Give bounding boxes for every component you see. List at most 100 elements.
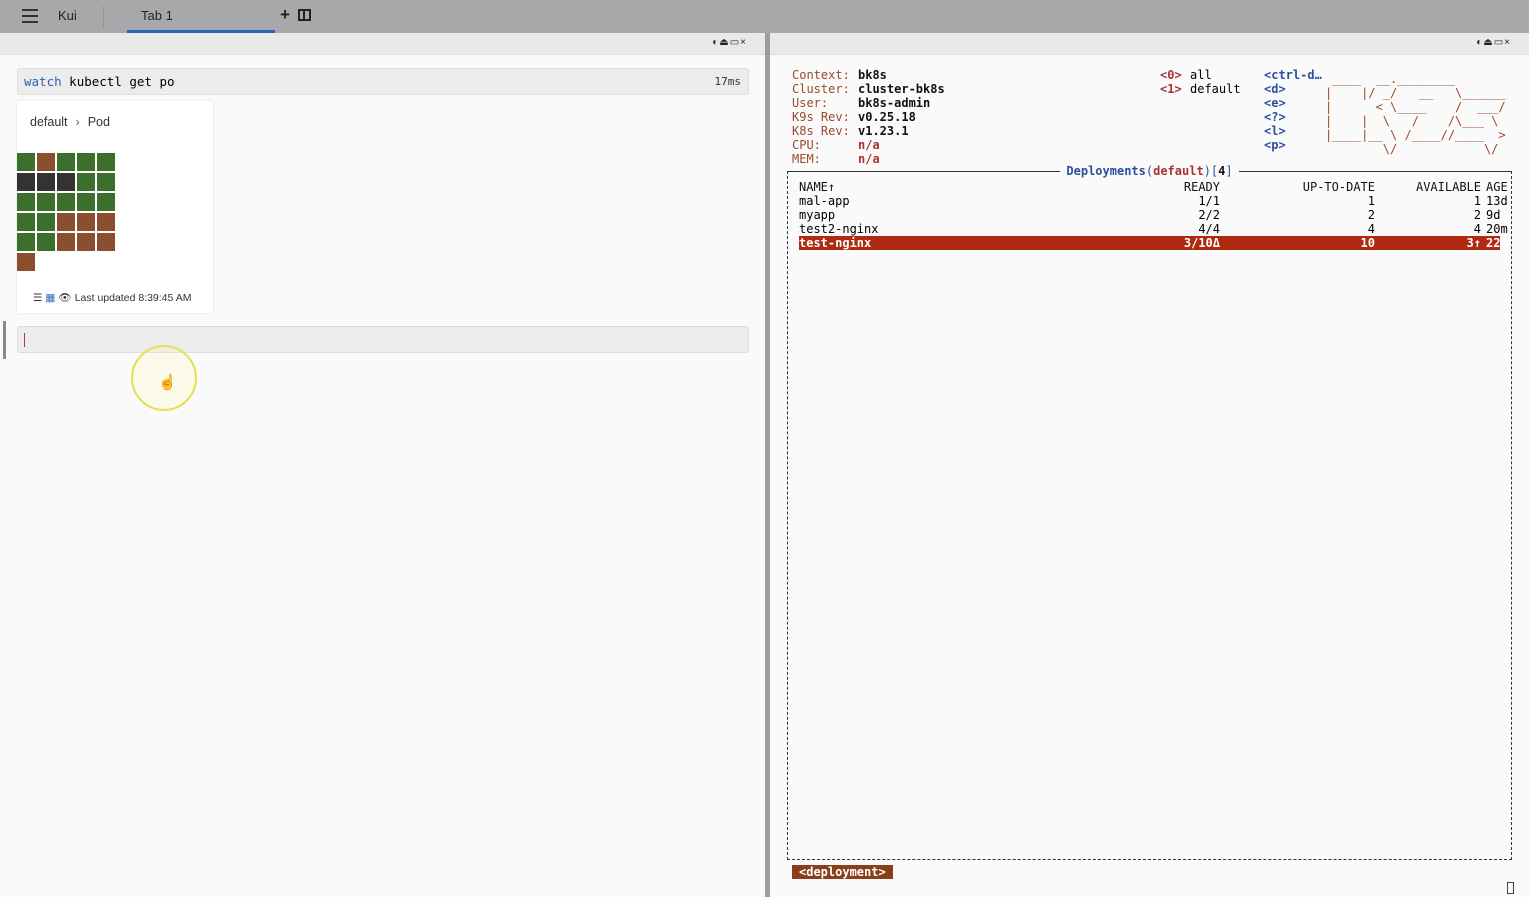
info-value: bk8s	[858, 68, 887, 82]
title-resource: Deployments	[1066, 164, 1146, 178]
cell-1: READY	[1183, 180, 1220, 194]
info-value: n/a	[858, 138, 880, 152]
hotkey: <d>	[1264, 82, 1286, 96]
pod-cell[interactable]	[37, 173, 55, 191]
namespace-name[interactable]: all	[1190, 68, 1212, 82]
pod-cell[interactable]	[37, 213, 55, 231]
cell-2: 4	[1367, 222, 1375, 236]
last-updated: Last updated 8:39:45 AM	[74, 292, 192, 304]
hamburger-menu-icon[interactable]	[22, 9, 38, 23]
list-view-icon[interactable]: ☰	[33, 292, 42, 304]
command-input[interactable]	[17, 326, 749, 353]
pod-cell[interactable]	[37, 233, 55, 251]
pod-cell[interactable]	[97, 173, 115, 191]
hotkey: <ctrl-d…	[1264, 68, 1322, 82]
grid-view-icon[interactable]: ▦	[45, 292, 55, 304]
active-block-marker	[3, 321, 6, 359]
cell-3: 3↑	[1466, 236, 1481, 250]
chevron-right-icon: ›	[75, 115, 80, 129]
cell-1: 4/4	[1198, 222, 1220, 236]
pod-cell[interactable]	[77, 153, 95, 171]
breadcrumb-namespace[interactable]: default	[30, 115, 68, 129]
info-label: CPU:	[792, 138, 821, 152]
pod-cell[interactable]	[57, 233, 75, 251]
pod-cell[interactable]	[57, 193, 75, 211]
cell-1: 2/2	[1198, 208, 1220, 222]
info-label: K8s Rev:	[792, 124, 850, 138]
namespace-name[interactable]: default	[1190, 82, 1241, 96]
info-label: User:	[792, 96, 829, 110]
cell-4: 20m	[1486, 222, 1508, 236]
command-block[interactable]: watch kubectl get po 17ms	[17, 68, 749, 95]
namespace-key: <0>	[1160, 68, 1182, 82]
cell-0: NAME↑	[799, 180, 836, 194]
k9s-logo: ____ __.________ | |/ _/ __ \______ | < …	[1325, 72, 1506, 156]
pod-cell[interactable]	[57, 213, 75, 231]
info-label: Cluster:	[792, 82, 850, 96]
pod-cell[interactable]	[17, 233, 35, 251]
cell-4: AGE	[1486, 180, 1508, 194]
top-bar: Kui Tab 1 +	[0, 0, 1529, 33]
cell-2: 10	[1360, 236, 1375, 250]
pod-cell[interactable]	[77, 233, 95, 251]
hotkey: <e>	[1264, 96, 1286, 110]
right-pane-k9s: ◐⏏▭× Context: bk8s Cluster: cluster-bk8s Use…	[770, 33, 1529, 897]
cell-4: 13d	[1486, 194, 1508, 208]
table-row[interactable]: test2-nginx 4/4 4 4 20m	[799, 222, 1508, 236]
tab-1[interactable]: Tab 1	[127, 0, 275, 33]
frame-title: Deployments(default)[4]	[770, 164, 1529, 178]
card-footer: ☰ ▦ 👁 Last updated 8:39:45 AM	[33, 291, 194, 304]
command-text: kubectl get po	[61, 74, 175, 89]
hand-cursor-icon: ☝	[158, 374, 177, 391]
new-tab-plus-icon[interactable]: +	[280, 5, 290, 25]
watch-eye-icon: 👁	[58, 292, 72, 304]
info-label: K9s Rev:	[792, 110, 850, 124]
info-value: cluster-bk8s	[858, 82, 945, 96]
pod-cell[interactable]	[17, 173, 35, 191]
pod-cell[interactable]	[57, 153, 75, 171]
cell-1: 1/1	[1198, 194, 1220, 208]
pod-cell[interactable]	[97, 193, 115, 211]
table-header: NAME↑ READY UP-TO-DATE AVAILABLE AGE	[799, 180, 1508, 194]
pod-cell[interactable]	[97, 153, 115, 171]
pod-cell[interactable]	[97, 233, 115, 251]
breadcrumb-kind: Pod	[87, 115, 110, 129]
pod-cell[interactable]	[37, 153, 55, 171]
pod-cell[interactable]	[37, 193, 55, 211]
hotkey: <?>	[1264, 110, 1286, 124]
namespace-key: <1>	[1160, 82, 1182, 96]
cell-0: test2-nginx	[799, 222, 879, 236]
pod-cell[interactable]	[17, 253, 35, 271]
duration: 17ms	[714, 75, 742, 88]
info-value: v0.25.18	[858, 110, 916, 124]
cell-3: 4	[1473, 222, 1481, 236]
pod-cell[interactable]	[77, 213, 95, 231]
breadcrumb: default › Pod	[30, 115, 110, 129]
info-value: bk8s-admin	[858, 96, 931, 110]
cell-3: 2	[1473, 208, 1481, 222]
pod-cell[interactable]	[77, 193, 95, 211]
info-value: v1.23.1	[858, 124, 909, 138]
cell-0: myapp	[799, 208, 836, 222]
pod-cell[interactable]	[57, 173, 75, 191]
cell-3: 1	[1473, 194, 1481, 208]
scrollbar[interactable]	[1507, 882, 1514, 894]
hotkey: <p>	[1264, 138, 1286, 152]
table-row[interactable]: test-nginx 3/10Δ 10 3↑ 22m	[799, 236, 1508, 250]
pod-cell[interactable]	[17, 153, 35, 171]
pod-cell[interactable]	[17, 193, 35, 211]
cell-2: UP-TO-DATE	[1302, 180, 1375, 194]
pod-cell[interactable]	[77, 173, 95, 191]
pane-header: ◐⏏▭×	[0, 33, 765, 55]
table-row[interactable]: mal-app 1/1 1 1 13d	[799, 194, 1508, 208]
pane-header: ◐⏏▭×	[770, 33, 1529, 55]
pod-cell[interactable]	[17, 213, 35, 231]
pane-window-controls-icon[interactable]: ◐⏏▭×	[712, 37, 747, 48]
hotkey: <l>	[1264, 124, 1286, 138]
command-keyword: watch	[24, 74, 62, 89]
info-label: Context:	[792, 68, 850, 82]
pane-window-controls-icon[interactable]: ◐⏏▭×	[1476, 37, 1511, 48]
pod-cell[interactable]	[97, 213, 115, 231]
table-row[interactable]: myapp 2/2 2 2 9d	[799, 208, 1500, 222]
split-view-icon[interactable]	[298, 9, 311, 21]
